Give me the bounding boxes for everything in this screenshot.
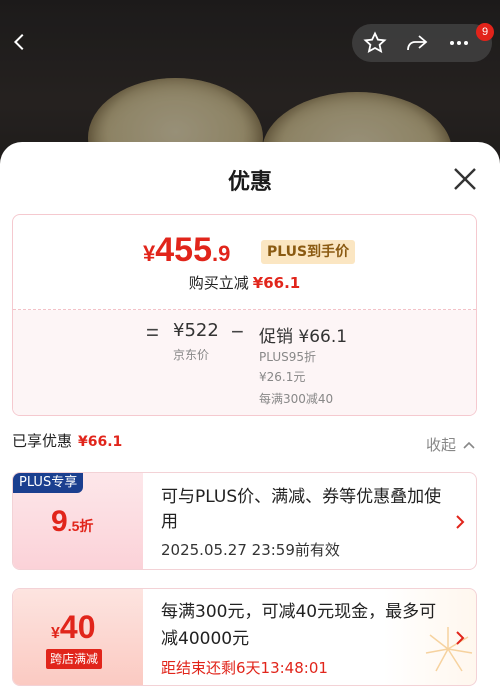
notification-badge: 9	[476, 23, 494, 41]
jd-price-label: 京东价	[173, 348, 210, 362]
cross-store-tag: 跨店满减	[46, 649, 103, 669]
jd-price: ¥522	[173, 320, 219, 341]
coupon-valid-date: 2025.05.27 23:59前有效	[161, 541, 340, 559]
collapse-button[interactable]: 收起	[426, 434, 475, 455]
plus-price-tag: PLUS到手价	[261, 240, 356, 264]
amount-value: 40	[59, 609, 96, 645]
equals-sign: =	[146, 320, 159, 345]
action-group	[352, 24, 492, 62]
plus-exclusive-tag: PLUS专享	[13, 473, 84, 493]
more-button[interactable]	[444, 28, 474, 58]
top-bar: 9	[0, 22, 500, 62]
close-button[interactable]	[450, 164, 480, 194]
promo-total: 促销 ¥66.1	[259, 327, 348, 347]
back-button[interactable]	[2, 24, 38, 60]
close-icon	[454, 168, 476, 190]
discount-rate: 9.5折	[51, 505, 93, 539]
amount-symbol: ¥	[51, 625, 60, 642]
discount-small: .5折	[67, 518, 94, 534]
countdown-timer: 距结束还剩6天13:48:01	[161, 659, 328, 677]
enjoyed-value: ¥66.1	[78, 434, 123, 450]
favorite-button[interactable]	[360, 28, 390, 58]
price-integer: 455	[155, 231, 212, 269]
instant-reduction: 购买立减 ¥66.1	[13, 272, 476, 293]
price-breakdown: = ¥522 京东价 − 促销 ¥66.1 PLUS95折 ¥26.1元 每满3…	[13, 310, 476, 415]
discount-sheet: 优惠 ¥455.9 PLUS到手价 购买立减 ¥66.1 = ¥522 京东价 −…	[0, 142, 500, 692]
coupon-amount: ¥40	[51, 609, 96, 646]
price-decimal: .9	[211, 241, 231, 266]
share-button[interactable]	[402, 28, 432, 58]
sheet-title: 优惠	[227, 170, 272, 195]
firework-decoration-icon	[425, 627, 473, 672]
chevron-right-icon	[453, 629, 467, 647]
promo-line: 每满300减40	[259, 392, 334, 406]
instant-reduction-value: ¥66.1	[252, 274, 301, 292]
minus-sign: −	[231, 319, 244, 344]
coupon-cross-store[interactable]: ¥40 跨店满减 每满300元，可减40元现金，最多可减40000元 距结束还剩…	[12, 588, 477, 686]
collapse-label: 收起	[426, 436, 457, 454]
enjoyed-discount: 已享优惠 ¥66.1	[12, 430, 122, 451]
price-summary: ¥455.9 PLUS到手价 购买立减 ¥66.1	[13, 215, 476, 309]
promo-line: ¥26.1元	[259, 370, 306, 384]
star-icon	[363, 31, 387, 54]
discount-big: 9	[51, 505, 68, 538]
coupon-plus[interactable]: PLUS专享 9.5折 可与PLUS价、满减、券等优惠叠加使用 2025.05.…	[12, 472, 477, 570]
enjoyed-label: 已享优惠	[12, 432, 73, 450]
share-icon	[407, 35, 428, 51]
coupon-value-panel: ¥40 跨店满减	[13, 589, 143, 685]
coupon-value-panel: PLUS专享 9.5折	[13, 473, 143, 569]
coupon-description: 每满300元，可减40元现金，最多可减40000元	[161, 602, 437, 649]
chevron-right-icon	[453, 513, 467, 531]
instant-reduction-label: 购买立减	[188, 274, 249, 292]
final-price: ¥455.9	[143, 231, 230, 270]
more-icon	[450, 41, 468, 45]
chevron-up-icon	[463, 441, 475, 449]
back-arrow-icon	[13, 33, 24, 51]
price-symbol: ¥	[143, 241, 156, 266]
promo-line: PLUS95折	[259, 350, 316, 364]
price-card: ¥455.9 PLUS到手价 购买立减 ¥66.1 = ¥522 京东价 − 促销…	[12, 214, 477, 416]
coupon-description: 可与PLUS价、满减、券等优惠叠加使用	[161, 487, 442, 532]
